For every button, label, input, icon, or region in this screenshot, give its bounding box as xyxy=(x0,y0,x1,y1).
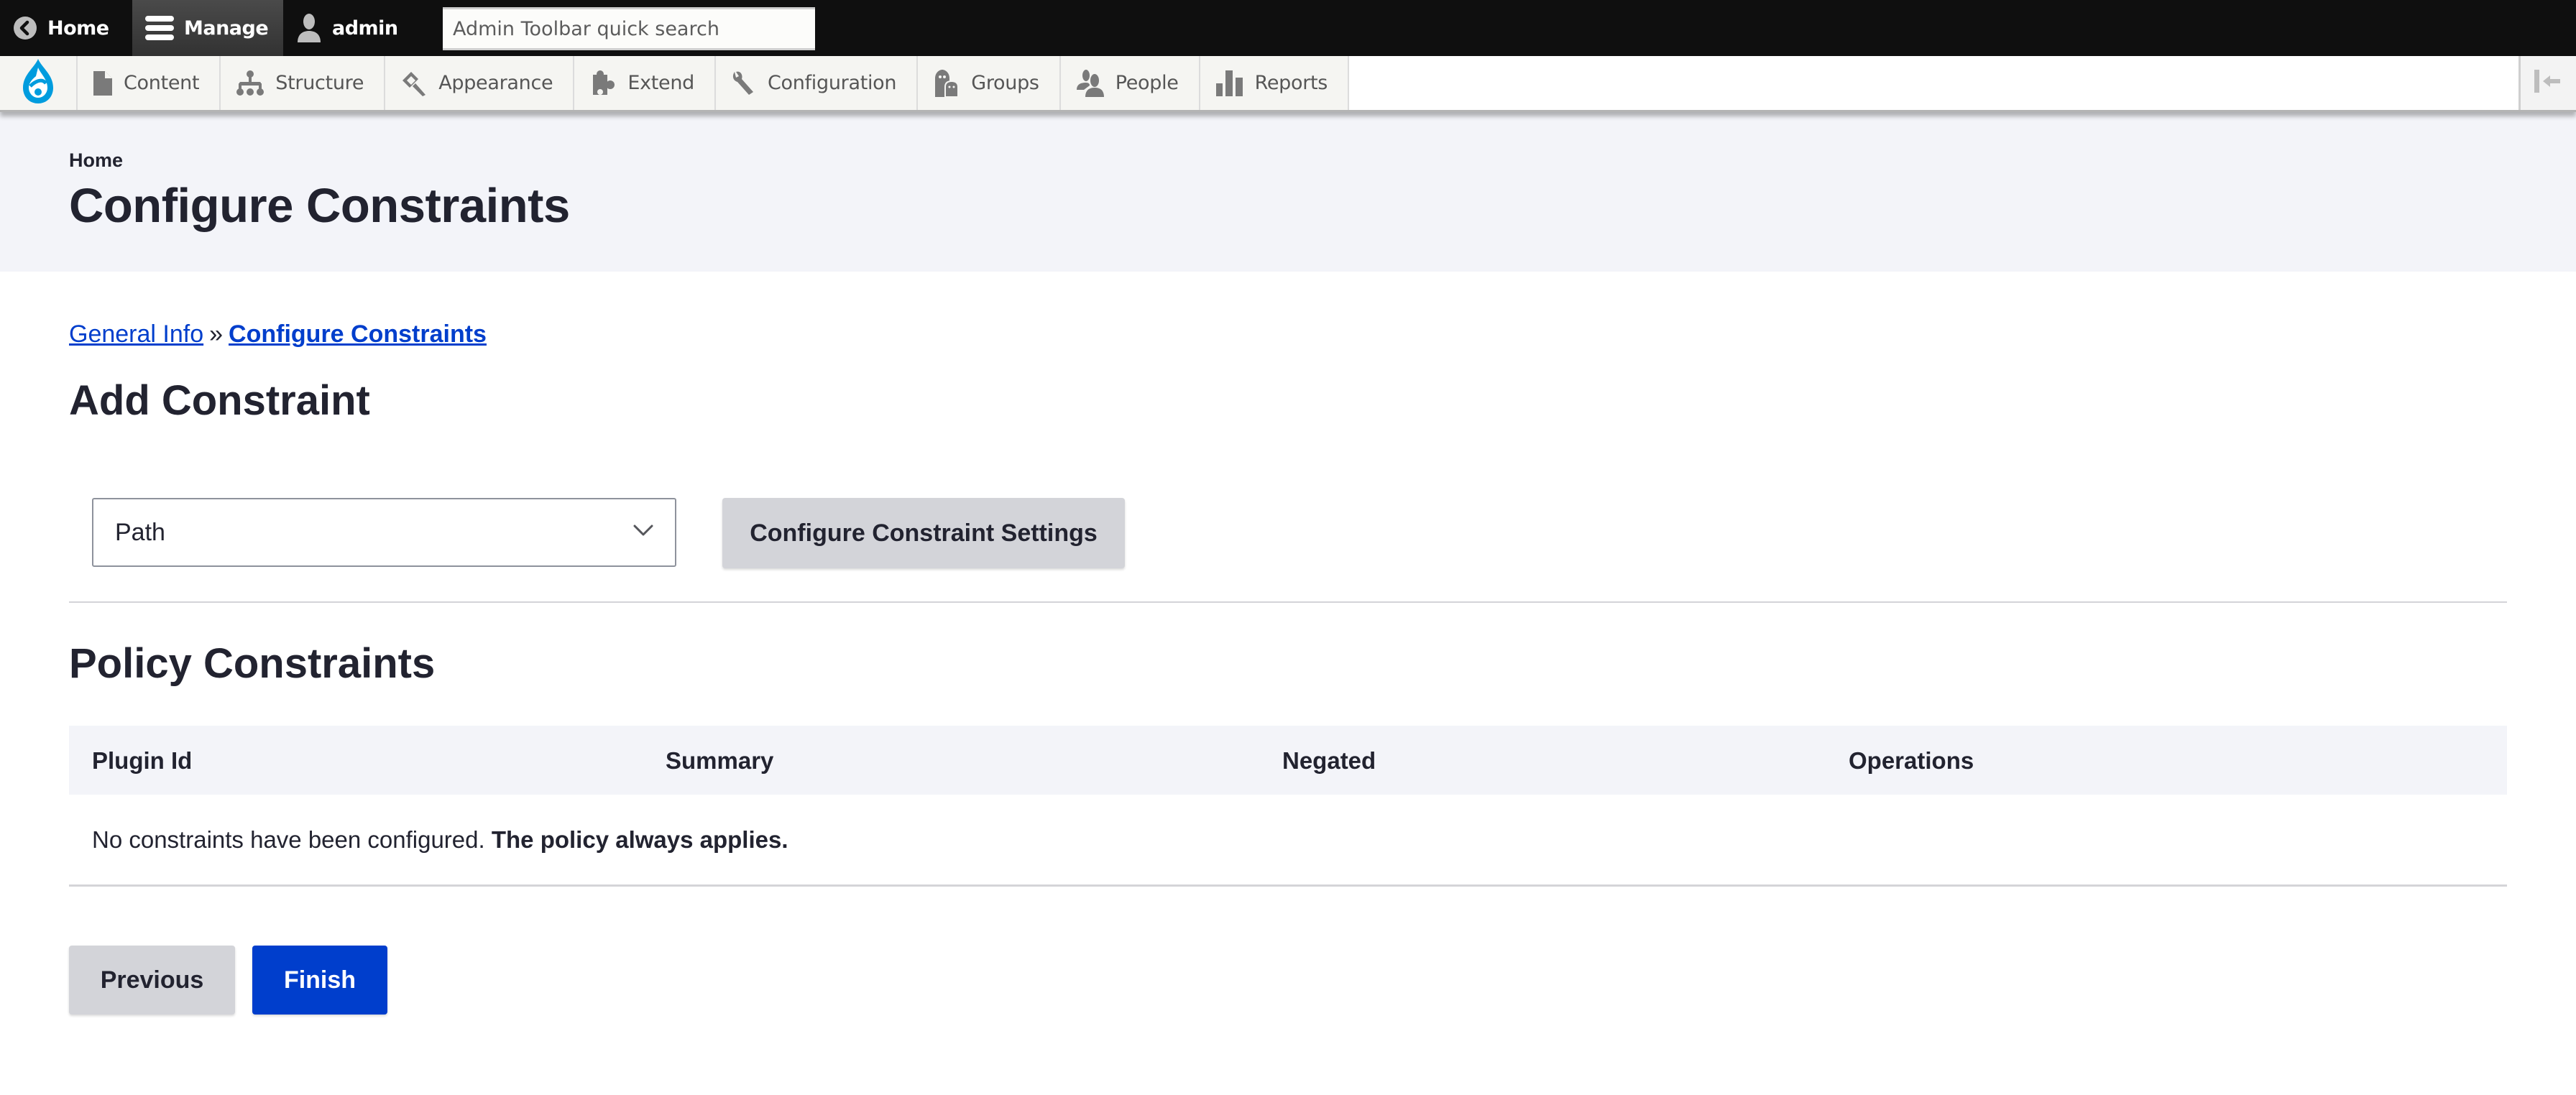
hamburger-menu-icon xyxy=(145,15,174,41)
table-empty-row: No constraints have been configured. The… xyxy=(69,795,2507,887)
chevron-left-circle-icon xyxy=(13,16,37,40)
toolbar-tray: Content Structure Appearance Extend Conf… xyxy=(0,56,2576,112)
collapse-left-icon xyxy=(2534,70,2563,96)
wizard-separator: » xyxy=(209,320,224,348)
previous-button[interactable]: Previous xyxy=(69,946,235,1015)
add-constraint-heading: Add Constraint xyxy=(69,377,370,424)
tray-item-configuration[interactable]: Configuration xyxy=(716,56,919,110)
tray-spacer xyxy=(1349,56,2518,110)
toolbar-user-tab[interactable]: admin xyxy=(283,0,427,56)
tray-item-content[interactable]: Content xyxy=(78,56,221,110)
tray-item-label: Content xyxy=(124,72,200,94)
toolbar-search-input[interactable] xyxy=(453,17,805,40)
tray-item-reports[interactable]: Reports xyxy=(1200,56,1350,110)
column-header-plugin-id: Plugin Id xyxy=(92,747,193,774)
people-icon xyxy=(1076,69,1104,97)
column-header-summary: Summary xyxy=(666,747,774,774)
tray-item-structure[interactable]: Structure xyxy=(221,56,386,110)
tray-item-extend[interactable]: Extend xyxy=(574,56,716,110)
toolbar-manage-label: Manage xyxy=(184,17,269,40)
toolbar-home-label: Home xyxy=(47,17,109,40)
empty-message: No constraints have been configured. The… xyxy=(92,826,788,854)
page-header: Home Configure Constraints xyxy=(0,112,2576,272)
constraint-type-select-wrapper: Path xyxy=(92,498,676,567)
toolbar-manage-tab[interactable]: Manage xyxy=(132,0,283,56)
tray-orientation-toggle[interactable] xyxy=(2518,56,2576,110)
column-header-negated: Negated xyxy=(1282,747,1376,774)
tray-item-label: Appearance xyxy=(438,72,553,94)
drupal-logo-link[interactable] xyxy=(0,56,78,110)
empty-message-text: No constraints have been configured. xyxy=(92,826,485,853)
wizard-trail: General Info» Configure Constraints xyxy=(69,320,487,348)
user-silhouette-icon xyxy=(296,14,322,42)
tray-item-label: Configuration xyxy=(768,72,897,94)
configure-constraint-settings-button[interactable]: Configure Constraint Settings xyxy=(722,498,1125,568)
finish-button[interactable]: Finish xyxy=(252,946,387,1015)
tray-item-label: Structure xyxy=(275,72,364,94)
tray-item-label: Reports xyxy=(1254,72,1328,94)
toolbar-user-label: admin xyxy=(332,17,398,40)
tray-item-label: Extend xyxy=(627,72,694,94)
column-header-operations: Operations xyxy=(1849,747,1974,774)
breadcrumb-home-link[interactable]: Home xyxy=(69,149,123,172)
drupal-logo-icon xyxy=(20,57,56,108)
tray-item-label: People xyxy=(1115,72,1179,94)
admin-toolbar: Home Manage admin xyxy=(0,0,2576,56)
bar-chart-icon xyxy=(1215,70,1243,96)
wizard-step-configure-constraints[interactable]: Configure Constraints xyxy=(229,320,487,348)
paintbrush-icon xyxy=(401,70,427,96)
groups-icon xyxy=(934,69,960,97)
policy-constraints-table: Plugin Id Summary Negated Operations No … xyxy=(69,726,2507,887)
policy-constraints-heading: Policy Constraints xyxy=(69,640,436,687)
puzzle-piece-icon xyxy=(590,70,616,96)
wizard-step-general-info[interactable]: General Info xyxy=(69,320,203,348)
tray-item-appearance[interactable]: Appearance xyxy=(385,56,575,110)
toolbar-search-box xyxy=(443,7,815,50)
document-icon xyxy=(93,70,112,96)
tray-item-label: Groups xyxy=(971,72,1039,94)
empty-message-strong: The policy always applies. xyxy=(491,826,788,853)
wrench-icon xyxy=(732,70,756,96)
section-divider xyxy=(69,601,2507,603)
table-header-row: Plugin Id Summary Negated Operations xyxy=(69,726,2507,795)
page-title: Configure Constraints xyxy=(69,179,570,233)
toolbar-home-link[interactable]: Home xyxy=(0,0,132,56)
constraint-type-select[interactable]: Path xyxy=(115,499,653,565)
sitemap-icon xyxy=(236,70,264,96)
tray-item-groups[interactable]: Groups xyxy=(918,56,1061,110)
tray-item-people[interactable]: People xyxy=(1060,56,1200,110)
